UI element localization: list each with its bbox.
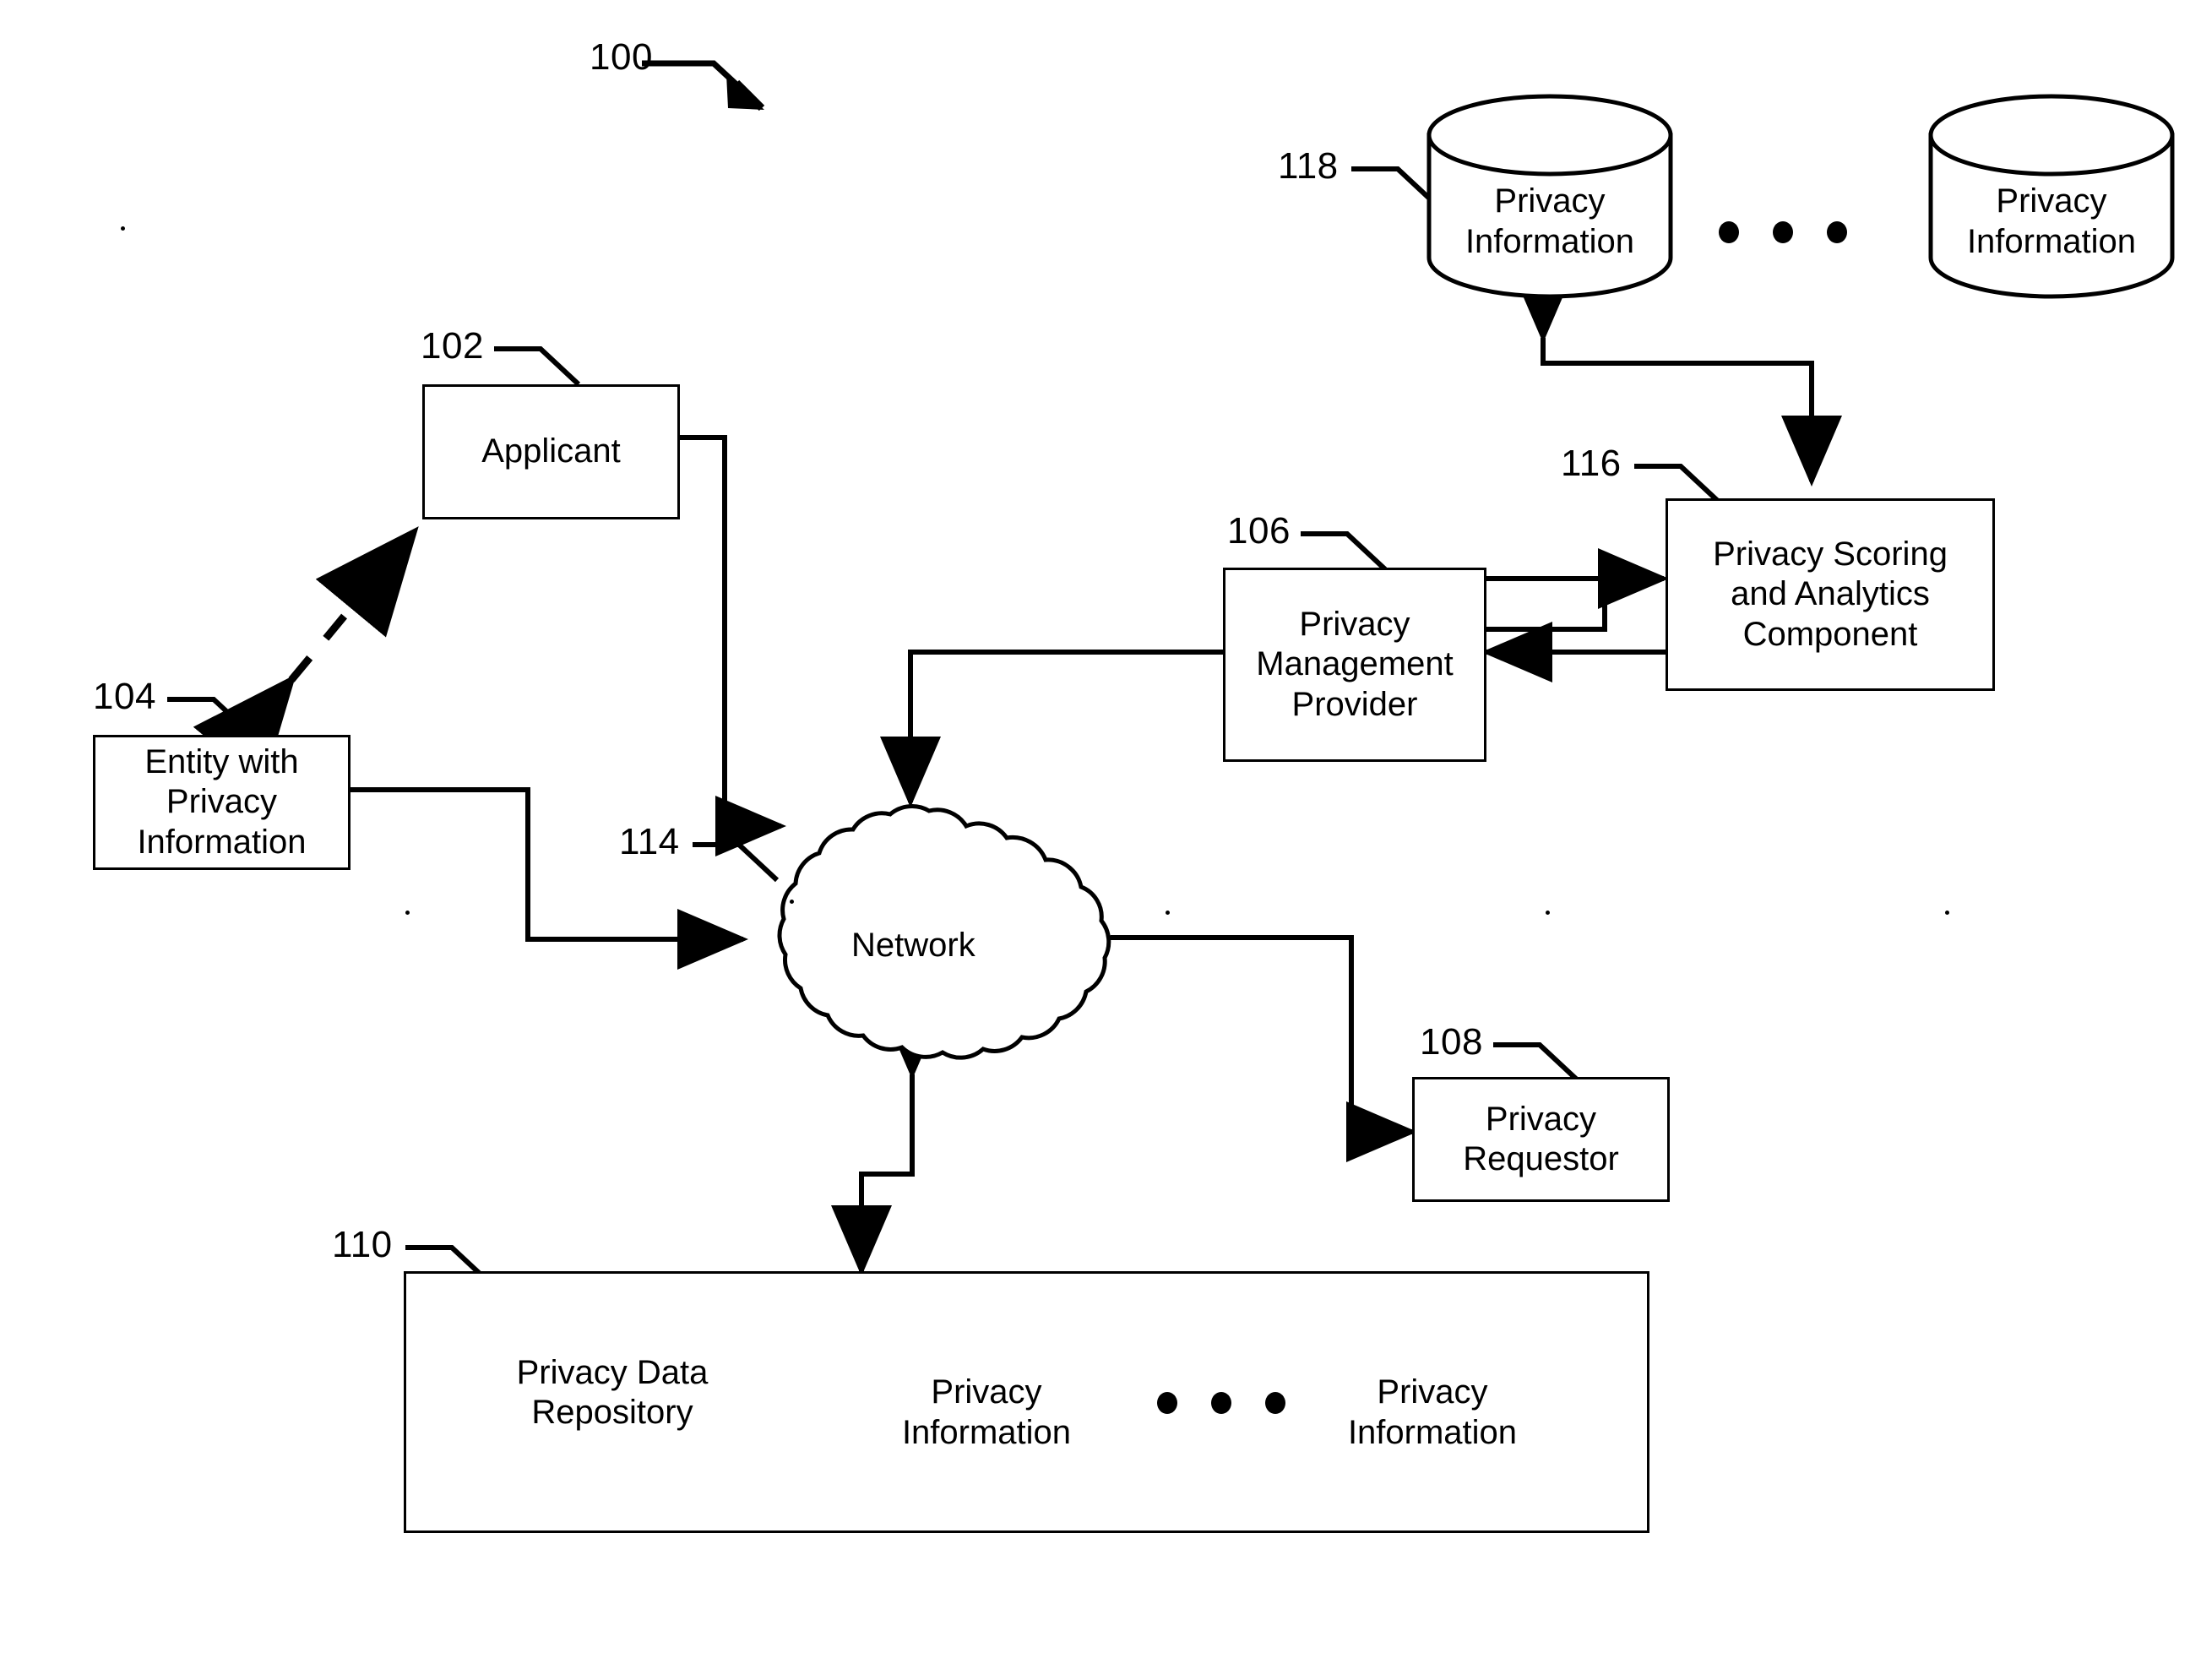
ellipsis-dot [1719,221,1739,243]
applicant-box[interactable]: Applicant [422,384,680,519]
repo-cyl-2-line-1: Privacy [1377,1373,1488,1411]
privacy-scoring-line-1: Privacy Scoring [1713,536,1948,574]
top-cyl-1-line-2: Information [1465,223,1635,260]
ref-118: 118 [1278,145,1339,187]
privacy-data-repository-line-1: Privacy Data [516,1354,709,1391]
patent-figure-canvas: 100 118 116 106 102 104 114 108 110 112 … [0,0,2190,1680]
arrow-mgmt-to-scoring [1486,548,1669,632]
ellipsis-dots-repository [1157,1392,1285,1414]
ellipsis-dot [1827,221,1847,243]
top-cyl-2-line-1: Privacy [1996,182,2107,220]
privacy-requestor-line-2: Requestor [1463,1140,1619,1177]
privacy-scoring-line-3: Component [1742,615,1918,653]
entity-label-line-1: Entity with [144,743,299,781]
figure-number: 100 [590,36,653,78]
privacy-data-repository-line-2: Repository [531,1394,693,1432]
arrow-entity-network [285,759,748,970]
applicant-label: Applicant [481,432,621,470]
top-cyl-2-line-2: Information [1966,223,2137,260]
ellipsis-dot [1265,1392,1285,1414]
privacy-scoring-line-2: and Analytics [1731,575,1930,613]
privacy-management-provider-line-1: Privacy [1299,606,1410,644]
scan-speck [1546,911,1550,915]
arrow-mgmt-to-network [880,650,1223,807]
privacy-scoring-and-analytics-component-box[interactable]: Privacy Scoring and Analytics Component [1666,498,1995,691]
ellipsis-dot [1773,221,1793,243]
ref-110: 110 [332,1224,393,1265]
ref-108: 108 [1420,1021,1483,1063]
repo-cyl-2-line-2: Information [1347,1414,1518,1451]
dashed-arrow-applicant-entity [193,526,419,786]
reference-leaders [167,166,1721,1427]
repo-cyl-1-line-1: Privacy [931,1373,1042,1411]
scan-speck [790,900,794,904]
top-cyl-1-line-1: Privacy [1494,182,1606,220]
ellipsis-dot [1157,1392,1177,1414]
ellipsis-dots-top [1719,221,1847,243]
entity-label-line-2: Privacy [166,783,278,821]
arrow-applicant-network [614,407,786,856]
network-label: Network [851,927,975,964]
ref-104: 104 [93,676,156,717]
privacy-management-provider-box[interactable]: Privacy Management Provider [1223,568,1486,762]
figure-number-leader [642,60,765,111]
privacy-data-repository-title: Privacy Data Repository [473,1353,752,1433]
privacy-management-provider-line-2: Management [1256,645,1454,683]
entity-with-privacy-information-box[interactable]: Entity with Privacy Information [93,735,351,870]
repo-cyl-1-line-2: Information [901,1414,1072,1451]
arrow-network-repository [831,1009,943,1276]
privacy-requestor-box[interactable]: Privacy Requestor [1412,1077,1670,1202]
entity-label-line-3: Information [137,823,307,861]
ref-116: 116 [1561,443,1622,484]
scan-speck [405,911,410,915]
privacy-requestor-line-1: Privacy [1485,1100,1597,1138]
privacy-management-provider-line-3: Provider [1291,685,1418,723]
arrow-network-requestor [1045,907,1417,1162]
scan-speck [1166,911,1170,915]
scan-speck [1945,911,1949,915]
ref-114: 114 [619,821,680,862]
ellipsis-dot [1211,1392,1231,1414]
scan-speck [121,226,125,231]
ref-106: 106 [1227,510,1291,552]
ref-102: 102 [421,325,484,367]
